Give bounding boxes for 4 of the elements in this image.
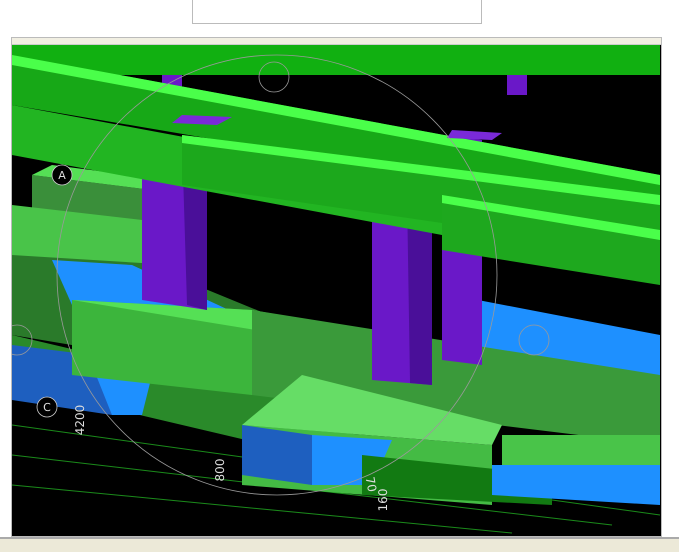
dimension-label: 800 (213, 458, 227, 482)
grid-marker: C (36, 396, 58, 418)
dimension-label: 4200 (73, 404, 87, 435)
grid-marker: A (52, 164, 72, 186)
